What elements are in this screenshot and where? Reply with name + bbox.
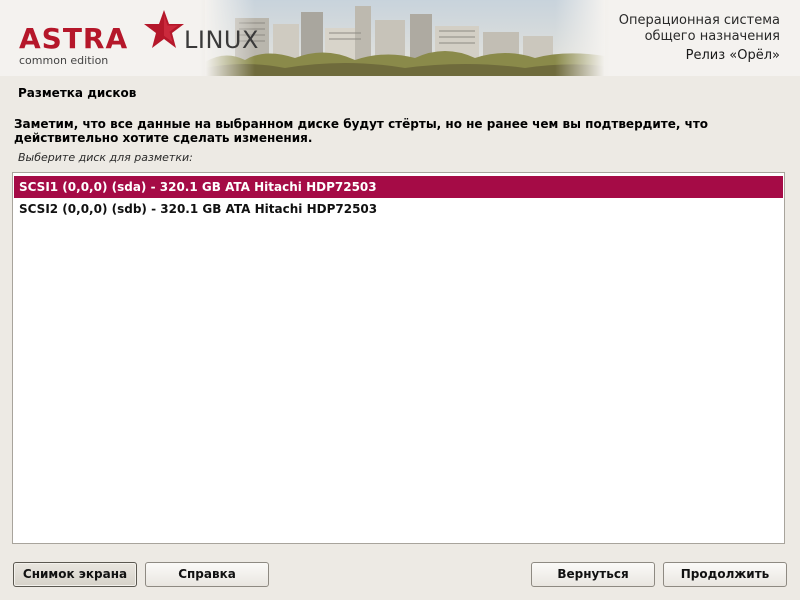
disk-list-item-sda[interactable]: SCSI1 (0,0,0) (sda) - 320.1 GB ATA Hitac… — [14, 176, 783, 198]
release-name: Релиз «Орёл» — [685, 48, 780, 63]
logo-edition-text: common edition — [19, 54, 109, 67]
disk-list-label: Выберите диск для разметки: — [18, 151, 193, 164]
warning-text: Заметим, что все данные на выбранном дис… — [14, 117, 709, 145]
os-release-info: Операционная система общего назначения Р… — [619, 13, 780, 65]
back-button[interactable]: Вернуться — [531, 562, 655, 587]
disk-list[interactable]: SCSI1 (0,0,0) (sda) - 320.1 GB ATA Hitac… — [12, 172, 785, 544]
logo-brand-text: ASTRA — [19, 22, 129, 55]
page-title: Разметка дисков — [18, 86, 137, 100]
help-button[interactable]: Справка — [145, 562, 269, 587]
screenshot-button[interactable]: Снимок экрана — [13, 562, 137, 587]
header-banner: ASTRA LINUX common edition Операционная … — [0, 0, 800, 76]
logo-product-text: LINUX — [184, 26, 259, 54]
disk-list-item-sdb[interactable]: SCSI2 (0,0,0) (sdb) - 320.1 GB ATA Hitac… — [13, 198, 784, 220]
red-star-icon — [144, 10, 184, 48]
os-description-line1: Операционная система — [618, 13, 780, 28]
astra-linux-logo: ASTRA LINUX common edition — [16, 8, 266, 68]
os-description-line2: общего назначения — [644, 29, 780, 44]
continue-button[interactable]: Продолжить — [663, 562, 787, 587]
